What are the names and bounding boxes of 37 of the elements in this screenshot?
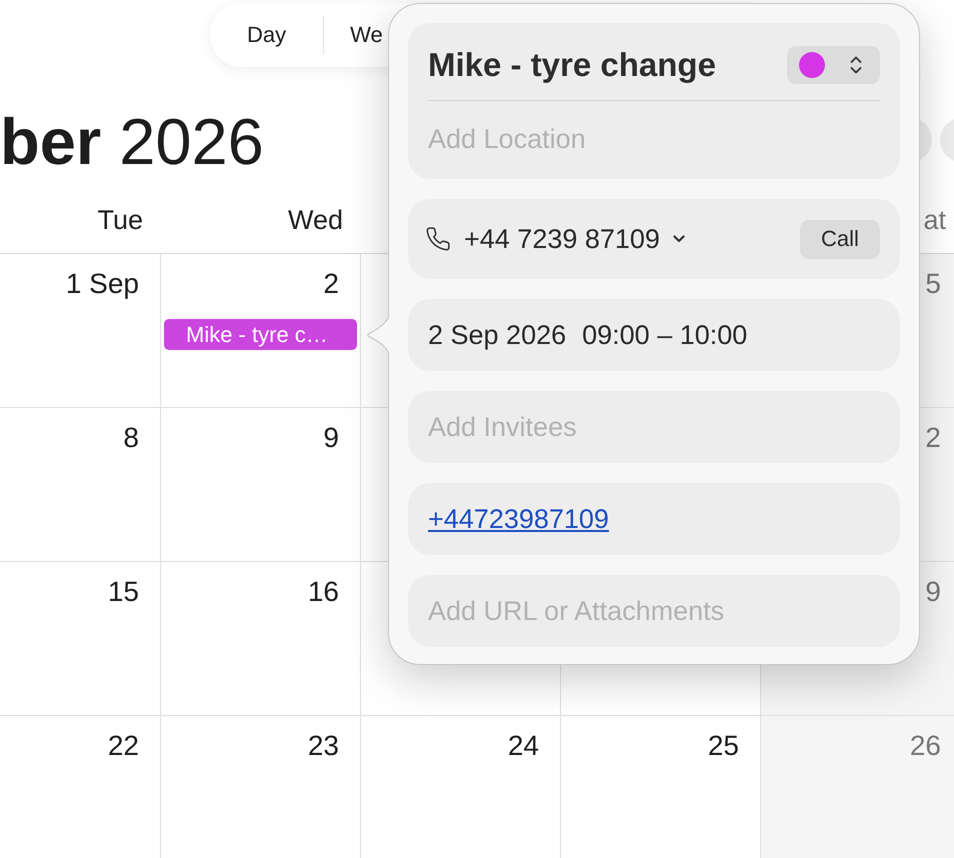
phone-link[interactable]: +44723987109 [428, 504, 609, 534]
attachments-field[interactable]: Add URL or Attachments [408, 575, 900, 647]
view-tab[interactable]: Day [210, 13, 324, 57]
day-number: 22 [108, 730, 139, 762]
phone-icon [425, 226, 451, 252]
weekday-label: Tue [97, 204, 143, 236]
date-time-section[interactable]: 2 Sep 2026 09:00 – 10:00 [408, 299, 900, 371]
event-title: Mike - tyre change [428, 46, 716, 84]
day-number: 2 [323, 268, 339, 300]
day-number: 26 [910, 730, 941, 762]
day-number: 5 [925, 268, 941, 300]
day-number: 23 [308, 730, 339, 762]
day-number: 15 [108, 576, 139, 608]
day-number: 2 [925, 422, 941, 454]
chevron-down-icon [672, 235, 685, 243]
day-number: 8 [123, 422, 139, 454]
calendar-color-picker[interactable] [787, 46, 880, 84]
day-number: 16 [308, 576, 339, 608]
up-down-chevron-icon [850, 55, 862, 75]
invitees-input[interactable]: Add Invitees [428, 411, 880, 443]
weekday-label: at [923, 204, 946, 236]
weekday-label: Wed [288, 204, 343, 236]
call-button[interactable]: Call [800, 220, 880, 258]
invitees-field[interactable]: Add Invitees [408, 391, 900, 463]
view-tab[interactable]: We [324, 13, 383, 57]
day-number: 24 [508, 730, 539, 762]
day-number: 9 [323, 422, 339, 454]
day-number: 9 [925, 576, 941, 608]
month-title: ber 2026 [0, 109, 264, 175]
location-field[interactable]: Add Location [428, 123, 880, 155]
day-number: 25 [708, 730, 739, 762]
day-number: 1 Sep [66, 268, 139, 300]
phone-number-menu[interactable]: +44 7239 87109 [464, 224, 685, 254]
attachments-input[interactable]: Add URL or Attachments [428, 595, 880, 627]
event-date: 2 Sep 2026 [428, 320, 566, 350]
event-chip[interactable]: Mike - tyre c… [164, 319, 357, 350]
event-time: 09:00 – 10:00 [582, 320, 748, 350]
